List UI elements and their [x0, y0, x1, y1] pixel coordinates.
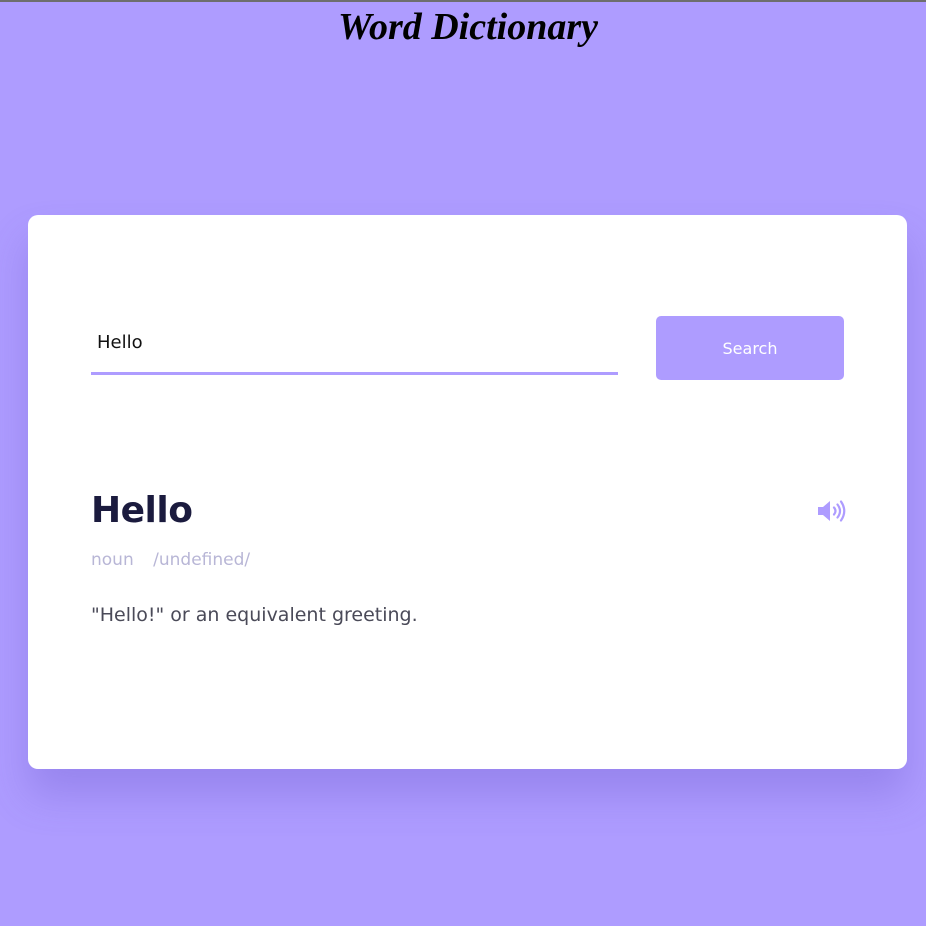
search-button[interactable]: Search	[656, 316, 844, 380]
part-of-speech: noun	[91, 550, 134, 570]
result-word: Hello	[91, 490, 193, 531]
phonetic: /undefined/	[153, 550, 251, 570]
window-top-border	[0, 0, 926, 2]
dictionary-card: Search Hello noun /undefined/ "Hello!" o…	[28, 215, 907, 769]
page-title: Word Dictionary	[337, 6, 599, 48]
word-details: noun /undefined/	[91, 548, 250, 572]
search-input[interactable]	[91, 315, 618, 375]
word-definition: "Hello!" or an equivalent greeting.	[91, 604, 418, 626]
speaker-icon[interactable]	[816, 499, 848, 523]
